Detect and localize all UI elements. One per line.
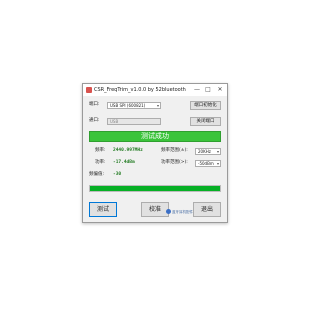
window-title: CSR_FreqTrim_v1.0.0 by 52bluetooth bbox=[94, 87, 186, 93]
channel-select[interactable]: USB bbox=[107, 118, 161, 125]
power-range-label: 功率范围(>): bbox=[161, 160, 188, 165]
status-banner: 测试成功 bbox=[89, 131, 221, 142]
chevron-down-icon: ▾ bbox=[156, 103, 159, 108]
title-bar[interactable]: CSR_FreqTrim_v1.0.0 by 52bluetooth — □ ✕ bbox=[83, 84, 227, 96]
freq-range-select[interactable]: 20KHz ▾ bbox=[195, 148, 221, 155]
chevron-down-icon: ▾ bbox=[216, 161, 219, 166]
freq-label: 频率: bbox=[95, 148, 106, 153]
port-init-button[interactable]: 端口初始化 bbox=[190, 101, 221, 110]
chevron-down-icon: ▾ bbox=[216, 149, 219, 154]
progress-fill bbox=[90, 186, 220, 191]
port-select[interactable]: USB SPI (600821) ▾ bbox=[107, 102, 161, 109]
app-icon bbox=[86, 87, 92, 93]
offset-label: 频偏值: bbox=[89, 172, 105, 177]
progress-bar bbox=[89, 185, 221, 192]
port-label: 端口: bbox=[89, 102, 100, 107]
brand-logo-icon bbox=[166, 209, 171, 214]
channel-select-value: USB bbox=[110, 119, 119, 124]
close-icon[interactable]: ✕ bbox=[214, 84, 226, 96]
test-button[interactable]: 测试 bbox=[89, 202, 117, 217]
freq-range-value: 20KHz bbox=[198, 149, 211, 154]
power-label: 功率: bbox=[95, 160, 106, 165]
power-value: -17.4dBm bbox=[113, 160, 135, 165]
freq-range-label: 频率范围(±): bbox=[161, 148, 188, 153]
maximize-icon[interactable]: □ bbox=[202, 84, 214, 96]
channel-label: 通口: bbox=[89, 118, 100, 123]
power-range-value: -50dBm bbox=[198, 161, 214, 166]
calibrate-button[interactable]: 校准 bbox=[141, 202, 169, 217]
port-select-value: USB SPI (600821) bbox=[110, 103, 146, 108]
brand-text: 蓝牙耳机配件 bbox=[172, 210, 193, 214]
power-range-select[interactable]: -50dBm ▾ bbox=[195, 160, 221, 167]
exit-button[interactable]: 退出 bbox=[193, 202, 221, 217]
app-window: CSR_FreqTrim_v1.0.0 by 52bluetooth — □ ✕… bbox=[82, 83, 228, 223]
close-port-button[interactable]: 关闭端口 bbox=[190, 117, 221, 126]
freq-value: 2440.997MHz bbox=[113, 148, 143, 153]
offset-value: -30 bbox=[113, 172, 122, 177]
